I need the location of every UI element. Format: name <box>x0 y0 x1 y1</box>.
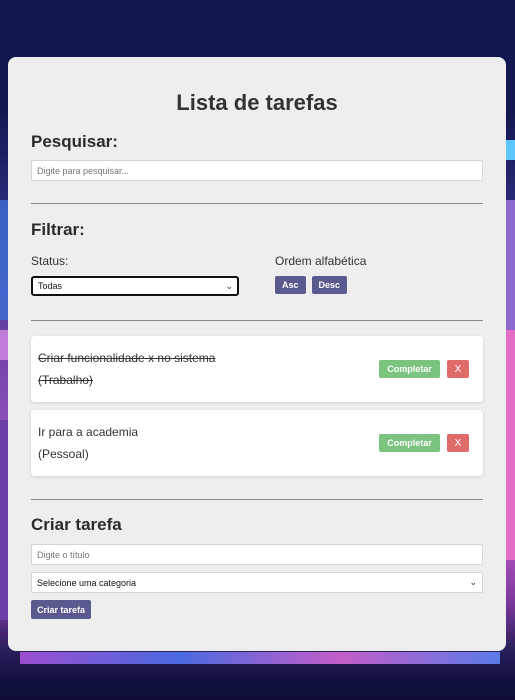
todo-category: (Trabalho) <box>38 373 93 387</box>
category-select[interactable]: Selecione uma categoria ⌄ <box>31 572 483 593</box>
todo-text: Criar funcionalidade x no sistema <box>38 351 216 365</box>
title-input[interactable] <box>31 544 483 565</box>
chevron-down-icon: ⌄ <box>469 577 477 587</box>
todo-content: Criar funcionalidade x no sistema (Traba… <box>38 347 215 391</box>
todo-content: Ir para a academia (Pessoal) <box>38 421 138 465</box>
sort-filter: Ordem alfabética Asc Desc <box>275 254 366 296</box>
sort-asc-button[interactable]: Asc <box>275 276 306 294</box>
divider <box>31 320 483 321</box>
sort-label: Ordem alfabética <box>275 254 367 268</box>
divider <box>31 203 483 204</box>
filter-heading: Filtrar: <box>31 220 85 239</box>
search-heading: Pesquisar: <box>31 132 118 151</box>
status-label: Status: <box>31 254 69 268</box>
search-input[interactable] <box>31 160 483 181</box>
divider <box>31 499 483 500</box>
category-select-value: Selecione uma categoria <box>37 577 137 588</box>
page-title: Lista de tarefas <box>176 90 338 115</box>
complete-button[interactable]: Completar <box>379 360 440 378</box>
sort-desc-button[interactable]: Desc <box>311 276 348 294</box>
filter-row: Status: Todas ⌄ Ordem alfabética Asc Des… <box>31 254 483 296</box>
todo-item: Ir para a academia (Pessoal) Completar X <box>31 410 483 476</box>
status-select[interactable]: Todas ⌄ <box>31 276 239 296</box>
complete-button[interactable]: Completar <box>379 434 440 452</box>
status-filter: Status: Todas ⌄ <box>31 254 275 296</box>
remove-button[interactable]: X <box>447 360 469 378</box>
todo-category: (Pessoal) <box>38 447 89 461</box>
create-heading: Criar tarefa <box>31 515 122 534</box>
remove-button[interactable]: X <box>447 434 469 452</box>
create-task-button[interactable]: Criar tarefa <box>31 600 92 619</box>
status-select-value: Todas <box>38 281 63 291</box>
chevron-down-icon: ⌄ <box>225 280 233 291</box>
todo-text: Ir para a academia <box>38 425 139 439</box>
todo-card: Lista de tarefas Pesquisar: Filtrar: Sta… <box>8 57 506 651</box>
todo-item: Criar funcionalidade x no sistema (Traba… <box>31 336 483 402</box>
